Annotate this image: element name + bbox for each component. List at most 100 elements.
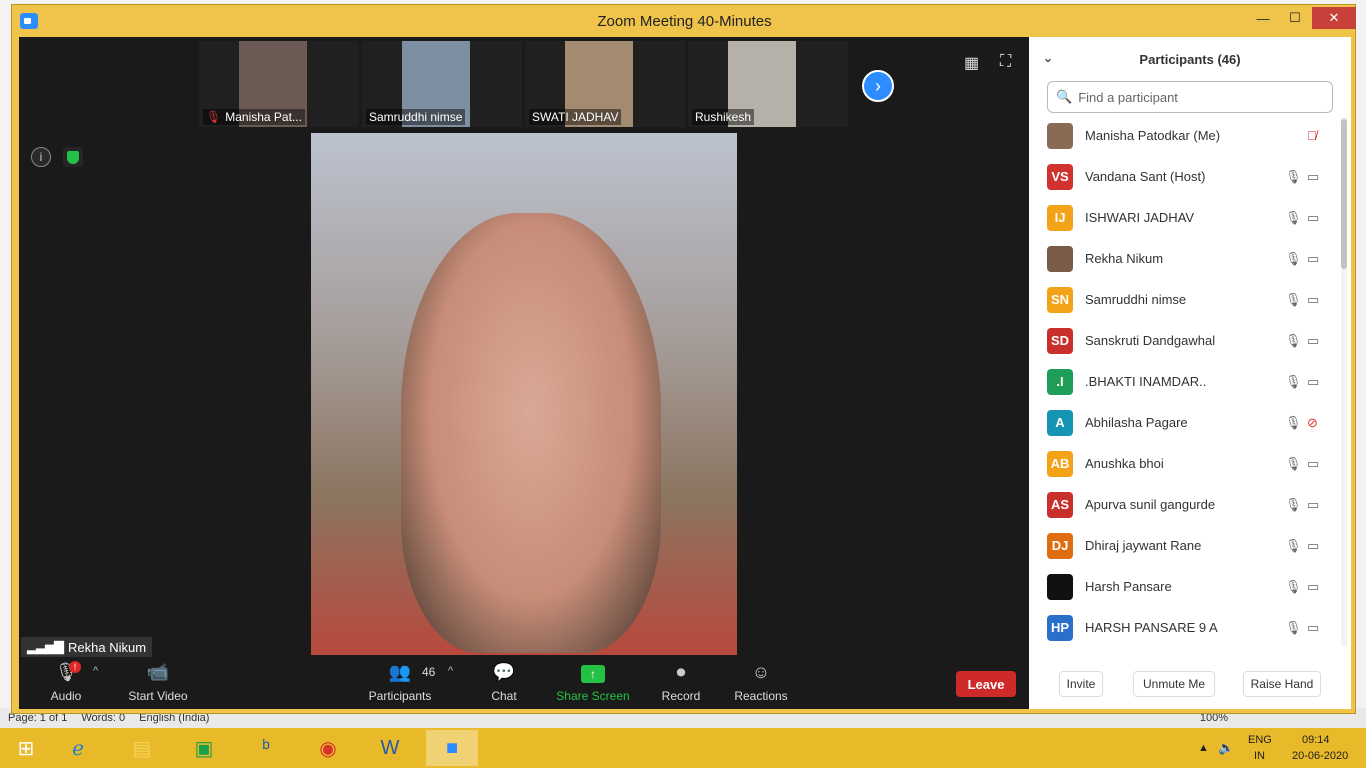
minimize-button[interactable]: —	[1250, 7, 1276, 29]
zoom-window: Zoom Meeting 40-Minutes — ☐ ✕ 🎙 Manisha P…	[11, 4, 1356, 714]
bing-icon[interactable]: ᵇ	[240, 730, 292, 766]
participant-row[interactable]: Manisha Patodkar (Me) 🎙̸	[1029, 115, 1339, 156]
windows-taskbar: ⊞ ℯ ▤ ▣ ᵇ ◉ W ■ ▲ 🔈 ENG IN 09:14 20-06-2…	[0, 728, 1366, 768]
participants-options-caret[interactable]: ^	[448, 665, 453, 677]
next-page-icon[interactable]: ›	[862, 70, 894, 102]
participant-row[interactable]: Rekha Nikum 🎙 ▭	[1029, 238, 1339, 279]
zoom-logo-icon	[20, 13, 38, 29]
camera-icon[interactable]: ▭	[1307, 251, 1319, 267]
reactions-button[interactable]: ☺ Reactions	[716, 659, 806, 709]
participant-row[interactable]: AB Anushka bhoi 🎙 ▭	[1029, 443, 1339, 484]
participant-name: Apurva sunil gangurde	[1085, 497, 1216, 512]
share-screen-button[interactable]: ↑ Share Screen	[548, 659, 638, 709]
thumbnail-tile[interactable]: 🎙 Manisha Pat...	[199, 41, 359, 127]
participant-name: Vandana Sant (Host)	[1085, 169, 1206, 184]
avatar: SN	[1047, 286, 1073, 313]
camera-icon[interactable]: ▭	[1307, 456, 1319, 472]
volume-icon[interactable]: 🔈	[1218, 740, 1234, 756]
mic-icon[interactable]: 🎙	[1285, 251, 1302, 267]
chrome-icon[interactable]: ◉	[302, 730, 354, 766]
mic-icon[interactable]: 🎙	[1285, 497, 1302, 513]
camera-icon[interactable]: ▭	[1307, 497, 1319, 513]
invite-button[interactable]: Invite	[1059, 671, 1103, 697]
participant-list: Manisha Patodkar (Me) 🎙̸ VS Vandana Sant (H…	[1029, 115, 1339, 645]
mic-icon[interactable]: 🎙	[1285, 415, 1302, 431]
participant-row[interactable]: HP HARSH PANSARE 9 A 🎙 ▭	[1029, 607, 1339, 645]
mic-icon[interactable]: 🎙	[1285, 579, 1302, 595]
unmute-me-button[interactable]: Unmute Me	[1133, 671, 1215, 697]
mic-icon[interactable]: 🎙	[1285, 620, 1302, 636]
system-tray: ▲ 🔈 ENG IN 09:14 20-06-2020	[1194, 732, 1364, 764]
zoom-taskbar-icon[interactable]: ■	[426, 730, 478, 766]
camera-icon[interactable]: ▭	[1307, 169, 1319, 185]
record-button[interactable]: ⏺ Record	[636, 659, 726, 709]
camera-icon[interactable]: ▭	[1307, 620, 1319, 636]
start-video-button[interactable]: 📹 Start Video	[113, 659, 203, 709]
mic-icon[interactable]: 🎙	[1285, 374, 1302, 390]
audio-options-caret[interactable]: ^	[93, 665, 98, 677]
file-explorer-icon[interactable]: ▤	[116, 730, 168, 766]
video-area: 🎙 Manisha Pat... Samruddhi nimse SWATI JA…	[19, 37, 1029, 709]
camera-icon[interactable]: ▭	[1307, 333, 1319, 349]
camera-icon[interactable]: ▭	[1307, 292, 1319, 308]
panel-header: ⌄ Participants (46)	[1029, 37, 1351, 81]
raise-hand-button[interactable]: Raise Hand	[1243, 671, 1321, 697]
search-input[interactable]: 🔍 Find a participant	[1047, 81, 1333, 113]
thumbnail-tile[interactable]: SWATI JADHAV	[525, 41, 685, 127]
info-icon[interactable]: i	[31, 147, 51, 167]
participant-row[interactable]: .I .BHAKTI INAMDAR.. 🎙 ▭	[1029, 361, 1339, 402]
avatar: IJ	[1047, 204, 1073, 231]
clock-time[interactable]: 09:14	[1302, 734, 1330, 746]
mic-icon[interactable]: 🎙	[1285, 210, 1302, 226]
store-icon[interactable]: ▣	[178, 730, 230, 766]
participant-row[interactable]: A Abhilasha Pagare 🎙 ⊘	[1029, 402, 1339, 443]
mic-icon[interactable]: 🎙	[1285, 169, 1302, 185]
collapse-panel-icon[interactable]: ⌄	[1043, 51, 1053, 65]
participants-panel: ⌄ Participants (46) 🔍 Find a participant…	[1029, 37, 1351, 709]
avatar	[1047, 122, 1073, 149]
language-label[interactable]: ENG	[1248, 734, 1272, 746]
avatar	[1047, 573, 1073, 600]
participant-name: Rekha Nikum	[1085, 251, 1164, 266]
maximize-button[interactable]: ☐	[1282, 7, 1308, 29]
muted-mic-icon[interactable]: 🎙̸	[1307, 128, 1317, 143]
camera-icon[interactable]: ▭	[1307, 210, 1319, 226]
avatar: SD	[1047, 327, 1073, 354]
avatar: DJ	[1047, 532, 1073, 559]
camera-icon[interactable]: ▭	[1307, 374, 1319, 390]
start-video-label: Start Video	[128, 689, 188, 703]
participant-row[interactable]: IJ ISHWARI JADHAV 🎙 ▭	[1029, 197, 1339, 238]
mic-icon[interactable]: 🎙	[1285, 538, 1302, 554]
word-icon[interactable]: W	[364, 730, 416, 766]
participant-row[interactable]: VS Vandana Sant (Host) 🎙 ▭	[1029, 156, 1339, 197]
leave-button[interactable]: Leave	[956, 671, 1016, 697]
participant-row[interactable]: DJ Dhiraj jaywant Rane 🎙 ▭	[1029, 525, 1339, 566]
thumbnail-name: Samruddhi nimse	[366, 109, 466, 125]
search-placeholder: Find a participant	[1078, 89, 1178, 105]
participant-row[interactable]: SD Sanskruti Dandgawhal 🎙 ▭	[1029, 320, 1339, 361]
participant-row[interactable]: Harsh Pansare 🎙 ▭	[1029, 566, 1339, 607]
mic-icon[interactable]: 🎙	[1285, 456, 1302, 472]
region-label[interactable]: IN	[1254, 750, 1265, 762]
grid-view-icon[interactable]: ▦	[964, 53, 982, 72]
fullscreen-icon[interactable]: ⛶	[1000, 53, 1018, 71]
participant-row[interactable]: AS Apurva sunil gangurde 🎙 ▭	[1029, 484, 1339, 525]
camera-icon[interactable]: ▭	[1307, 579, 1319, 595]
speaker-name-label: ▂▃▅▇ Rekha Nikum	[21, 637, 153, 657]
clock-date[interactable]: 20-06-2020	[1292, 750, 1348, 762]
camera-icon[interactable]: ▭	[1307, 538, 1319, 554]
mic-icon[interactable]: 🎙	[1285, 292, 1302, 308]
security-shield-icon[interactable]	[63, 147, 83, 167]
camera-off-icon[interactable]: ⊘	[1307, 415, 1318, 431]
participant-row[interactable]: SN Samruddhi nimse 🎙 ▭	[1029, 279, 1339, 320]
thumbnail-tile[interactable]: Rushikesh	[688, 41, 848, 127]
start-icon[interactable]: ⊞	[0, 730, 52, 766]
thumbnail-tile[interactable]: Samruddhi nimse	[362, 41, 522, 127]
mic-icon[interactable]: 🎙	[1285, 333, 1302, 349]
chat-button[interactable]: 💬 Chat	[459, 659, 549, 709]
scrollbar-thumb[interactable]	[1341, 119, 1347, 269]
tray-arrow-icon[interactable]: ▲	[1198, 742, 1209, 754]
close-button[interactable]: ✕	[1312, 7, 1356, 29]
internet-explorer-icon[interactable]: ℯ	[52, 730, 104, 766]
search-icon: 🔍	[1056, 89, 1073, 104]
